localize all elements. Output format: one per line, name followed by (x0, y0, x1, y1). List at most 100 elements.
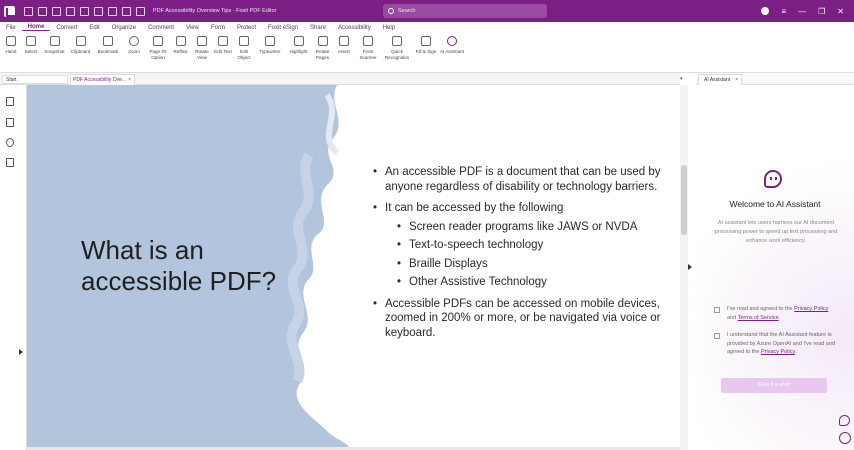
give-it-a-shot-button[interactable]: Give it a shot (721, 378, 827, 393)
close-window-icon[interactable]: ✕ (837, 7, 844, 16)
tab-ai-assistant[interactable]: AI Assistant × (698, 74, 742, 85)
rotate-pages-button[interactable]: Rotate Pages (312, 33, 333, 72)
hand-icon (6, 36, 16, 46)
ai-panel-tabs: AI Assistant × (696, 73, 854, 85)
user-icon[interactable] (761, 7, 770, 15)
close-ai-tab-icon[interactable]: × (735, 75, 738, 85)
page-fit-button[interactable]: Page Fit Option (146, 33, 170, 72)
bookmark-icon (103, 36, 113, 46)
hand-tool-icon[interactable] (122, 6, 131, 16)
expand-pane-icon[interactable] (19, 349, 23, 355)
undo-icon[interactable] (94, 6, 103, 16)
rotate-view-button[interactable]: Rotate View (191, 33, 213, 72)
bullet-item: An accessible PDF is a document that can… (373, 165, 673, 194)
support-headset-icon[interactable] (839, 432, 851, 444)
menu-foxit-esign[interactable]: Foxit eSign (262, 25, 304, 31)
quick-recognition-icon (392, 36, 402, 46)
pages-panel-icon[interactable] (6, 118, 14, 127)
privacy-policy-link[interactable]: Privacy Policy (794, 306, 828, 312)
select-button[interactable]: Select (20, 33, 42, 72)
privacy-policy-link-2[interactable]: Privacy Policy (761, 349, 795, 355)
search-icon (388, 8, 394, 14)
agree-terms-checkbox[interactable] (714, 307, 720, 313)
new-icon[interactable] (66, 6, 75, 16)
reflow-button[interactable]: Reflow (170, 33, 191, 72)
ai-welcome-title: Welcome to AI Assistant (729, 199, 821, 209)
sub-bullet-item: Text-to-speech technology (373, 238, 673, 253)
document-tabs: Start PDF Accessibility Ove... × (0, 73, 680, 85)
menu-form[interactable]: Form (205, 25, 231, 31)
snapshot-button[interactable]: SnapShot (42, 33, 67, 72)
redo-icon[interactable] (108, 6, 117, 16)
vertical-scrollbar[interactable] (680, 85, 688, 450)
expand-right-pane-icon[interactable] (688, 264, 692, 270)
bookmark-button[interactable]: Bookmark (94, 33, 122, 72)
save-icon[interactable] (38, 6, 47, 16)
window-controls: ≡ — ❐ ✕ (761, 0, 854, 22)
menu-edit[interactable]: Edit (83, 25, 105, 31)
select-icon (26, 36, 36, 46)
menu-share[interactable]: Share (304, 25, 332, 31)
bullet-item: It can be accessed by the following (373, 201, 673, 216)
from-scanner-button[interactable]: From Scanner (355, 33, 381, 72)
edit-object-button[interactable]: Edit Object (233, 33, 255, 72)
menu-convert[interactable]: Convert (50, 25, 83, 31)
page-fit-icon (153, 36, 163, 46)
agree-terms-text: I've read and agreed to the Privacy Poli… (727, 306, 829, 321)
reflow-icon (175, 36, 186, 46)
hand-button[interactable]: Hand (2, 33, 20, 72)
highlight-button[interactable]: Highlight (285, 33, 312, 72)
rotate-view-icon (197, 36, 207, 46)
restore-icon[interactable]: ❐ (818, 7, 825, 16)
ai-assistant-icon (447, 36, 457, 46)
attachments-panel-icon[interactable] (6, 158, 14, 167)
search-input[interactable]: Search (383, 4, 547, 18)
collapse-panel-icon[interactable]: ▾ (680, 76, 683, 82)
edit-object-icon (239, 36, 249, 46)
insert-button[interactable]: Insert (333, 33, 355, 72)
clipboard-button[interactable]: Clipboard (67, 33, 94, 72)
snapshot-icon (49, 36, 60, 46)
terms-of-service-link[interactable]: Terms of Service (738, 315, 779, 321)
menu-home[interactable]: Home (21, 24, 51, 31)
menu-protect[interactable]: Protect (231, 25, 262, 31)
zoom-button[interactable]: Zoom (122, 33, 146, 72)
menu-file[interactable]: File (0, 25, 22, 31)
menu-organize[interactable]: Organize (106, 25, 142, 31)
search-placeholder: Search (398, 8, 416, 14)
open-icon[interactable] (24, 6, 33, 16)
minimize-icon[interactable]: — (798, 7, 806, 16)
scanner-icon (363, 36, 373, 46)
comments-panel-icon[interactable] (6, 138, 14, 147)
quick-recognition-button[interactable]: Quick Recognition (381, 33, 413, 72)
menu-view[interactable]: View (180, 25, 205, 31)
ai-assistant-logo-icon (764, 170, 782, 188)
sub-bullet-item: Screen reader programs like JAWS or NVDA (373, 220, 673, 235)
menu-accessibility[interactable]: Accessibility (332, 25, 377, 31)
lightbulb-icon[interactable] (136, 6, 145, 16)
typewriter-button[interactable]: Typewriter (255, 33, 285, 72)
scrollbar-thumb[interactable] (681, 165, 687, 235)
tab-document[interactable]: PDF Accessibility Ove... × (70, 74, 135, 85)
ai-chat-float-icon[interactable] (839, 415, 850, 426)
scan-icon[interactable] (80, 6, 89, 16)
fill-sign-icon (421, 36, 431, 46)
document-page[interactable]: What is an accessible PDF? An accessible… (27, 85, 677, 447)
foxit-logo-icon[interactable] (4, 5, 15, 17)
close-tab-icon[interactable]: × (128, 75, 131, 85)
edit-text-icon (218, 36, 228, 46)
slide-heading: What is an accessible PDF? (81, 235, 277, 296)
ai-panel-background (696, 85, 854, 450)
ai-assistant-button[interactable]: AI Assistant (439, 33, 465, 72)
print-icon[interactable] (52, 6, 61, 16)
agree-openai-checkbox[interactable] (714, 333, 720, 339)
menu-help[interactable]: Help (377, 25, 401, 31)
fill-sign-button[interactable]: Fill & Sign (413, 33, 439, 72)
bullet-item: Accessible PDFs can be accessed on mobil… (373, 297, 673, 341)
bookmark-panel-icon[interactable] (6, 97, 14, 106)
edit-text-button[interactable]: Edit Text (213, 33, 233, 72)
menu-comment[interactable]: Comment (142, 25, 180, 31)
tab-start[interactable]: Start (2, 75, 68, 84)
menu-icon[interactable]: ≡ (781, 7, 786, 16)
highlight-icon (293, 36, 304, 46)
